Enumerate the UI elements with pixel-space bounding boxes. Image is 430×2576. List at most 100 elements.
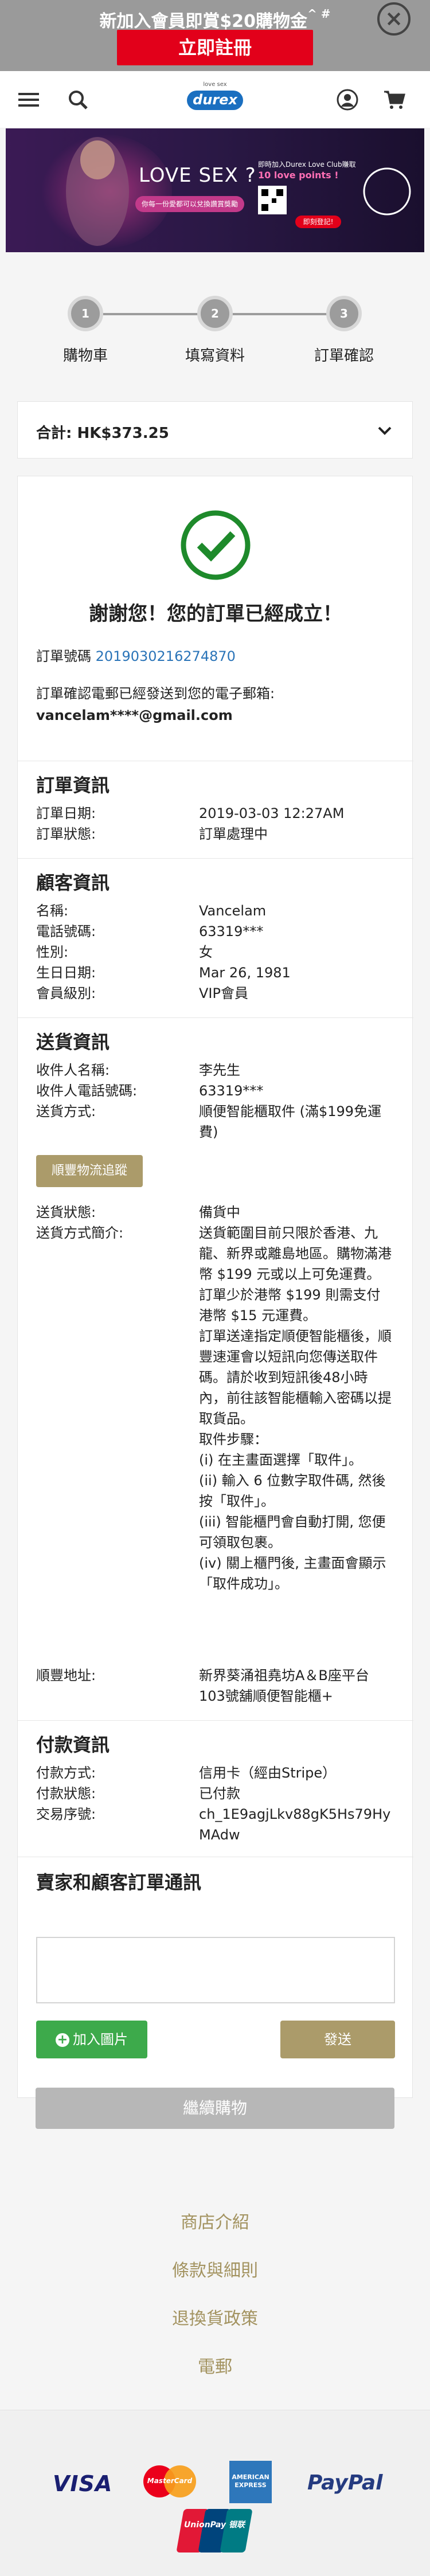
love-club-banner[interactable]: LOVE SEX ? 你每一份愛都可以兌換讚賞獎勵 即時加入Durex Love… bbox=[6, 128, 424, 252]
email-note-text: 訂單確認電郵已經發送到您的電子郵箱: bbox=[36, 686, 275, 702]
delivery-status-label: 送貨狀態: bbox=[36, 1204, 96, 1220]
thank-you-message: 謝謝您！您的訂單已經成立！ bbox=[89, 602, 342, 625]
delivery-desc-para2: 訂單送達指定順便智能櫃後，順豐速運會以短訊向您傳送取件碼。請於收到短訊後48小時… bbox=[199, 1328, 392, 1427]
delivery-desc-value: 送貨範圍目前只限於香港、九龍、新界或離島地區。購物滿港幣 $199 元或以上可免… bbox=[199, 1223, 394, 1594]
customer-phone-label: 電話號碼: bbox=[36, 923, 96, 939]
sf-address-value: 新界葵涌祖堯坊A＆B座平台103號舖順便智能櫃+ bbox=[199, 1667, 369, 1704]
transaction-id-value: ch_1E9agjLkv88gK5Hs79HyMAdw bbox=[199, 1806, 391, 1843]
customer-birthday-value: Mar 26, 1981 bbox=[199, 965, 291, 981]
banner-subtext: 你每一份愛都可以兌換讚賞獎勵 bbox=[135, 196, 244, 212]
customer-name-label: 名稱: bbox=[36, 903, 69, 919]
cart-icon[interactable] bbox=[380, 85, 409, 115]
banner-line2: 10 love points ! bbox=[258, 170, 339, 181]
step-1-label: 購物車 bbox=[62, 347, 108, 365]
account-icon[interactable] bbox=[333, 85, 362, 115]
step-2-label: 填寫資料 bbox=[185, 347, 245, 365]
customer-birthday-label: 生日日期: bbox=[36, 965, 96, 981]
paypal-logo: PayPal bbox=[307, 2471, 383, 2495]
member-level-value: VIP會員 bbox=[199, 985, 248, 1001]
email-note: 訂單確認電郵已經發送到您的電子郵箱: vancelam****@gmail.co… bbox=[36, 683, 397, 726]
order-status-label: 訂單狀態: bbox=[36, 826, 96, 842]
delivery-status-value: 備貨中 bbox=[199, 1204, 240, 1220]
pickup-step-3: (iii) 智能櫃門會自動打開, 您便可領取包裹。 bbox=[199, 1514, 386, 1551]
customer-phone-value: 63319*** bbox=[199, 923, 264, 939]
promo-text: 新加入會員即賞$20購物金^ # bbox=[0, 7, 430, 32]
order-status-value: 訂單處理中 bbox=[199, 826, 268, 842]
order-date-label: 訂單日期: bbox=[36, 805, 96, 821]
sf-address-label: 順豐地址: bbox=[36, 1667, 96, 1684]
divider bbox=[18, 1017, 413, 1018]
recipient-phone-value: 63319*** bbox=[199, 1083, 264, 1099]
amex-logo: AMERICAN EXPRESS bbox=[229, 2461, 272, 2503]
promo-suffix: ^ # bbox=[307, 7, 331, 21]
menu-icon[interactable] bbox=[14, 85, 44, 115]
delivery-desc-para1: 送貨範圍目前只限於香港、九龍、新界或離島地區。購物滿港幣 $199 元或以上可免… bbox=[199, 1225, 392, 1324]
order-confirmation-card: 謝謝您！您的訂單已經成立！ 訂單號碼 2019030216274870 訂單確認… bbox=[17, 476, 413, 2098]
promo-bar: 新加入會員即賞$20購物金^ # 立即註冊 × bbox=[0, 0, 430, 71]
payment-status-label: 付款狀態: bbox=[36, 1786, 96, 1802]
divider bbox=[18, 1720, 413, 1721]
step-3-circle: 3 bbox=[326, 296, 362, 331]
banner-headline: LOVE SEX ? bbox=[139, 164, 256, 187]
unionpay-logo: UnionPay 银联 bbox=[176, 2509, 253, 2552]
payment-method-label: 付款方式: bbox=[36, 1765, 96, 1781]
footer-link-email[interactable]: 電郵 bbox=[0, 2352, 430, 2378]
step-3-label: 訂單確認 bbox=[314, 347, 374, 365]
transaction-id-label: 交易序號: bbox=[36, 1806, 96, 1822]
search-icon[interactable] bbox=[63, 85, 93, 115]
logo-tagline: love sex bbox=[203, 81, 227, 88]
pickup-step-2: (ii) 輸入 6 位數字取件碼, 然後按「取件」。 bbox=[199, 1473, 386, 1509]
order-messages-title: 賣家和顧客訂單通訊 bbox=[36, 1872, 202, 1893]
chevron-down-icon[interactable] bbox=[373, 419, 396, 442]
pickup-step-1: (i) 在主畫面選擇「取件」。 bbox=[199, 1452, 363, 1468]
checkmark-icon bbox=[180, 510, 251, 581]
add-image-button[interactable]: + 加入圖片 bbox=[36, 2021, 147, 2058]
send-button[interactable]: 發送 bbox=[280, 2021, 395, 2058]
banner-line1: 即時加入Durex Love Club賺取 bbox=[258, 160, 356, 169]
customer-info-title: 顧客資訊 bbox=[36, 872, 110, 894]
delivery-method-value: 順便智能櫃取件 (滿$199免運費) bbox=[199, 1103, 382, 1140]
order-date-value: 2019-03-03 12:27AM bbox=[199, 805, 345, 821]
step-1-circle: 1 bbox=[68, 296, 103, 331]
order-total-toggle[interactable]: 合計: HK$373.25 bbox=[17, 401, 413, 459]
recipient-phone-label: 收件人電話號碼: bbox=[36, 1083, 138, 1099]
footer-link-terms[interactable]: 條款與細則 bbox=[0, 2256, 430, 2281]
close-icon[interactable]: × bbox=[377, 2, 411, 36]
payment-method-value: 信用卡（經由Stripe） bbox=[199, 1765, 337, 1781]
customer-email: vancelam****@gmail.com bbox=[36, 707, 233, 723]
sf-tracking-button[interactable]: 順豐物流追蹤 bbox=[36, 1155, 143, 1187]
order-number-row: 訂單號碼 2019030216274870 bbox=[36, 645, 236, 665]
order-number-label: 訂單號碼 bbox=[36, 648, 91, 664]
member-level-label: 會員級別: bbox=[36, 985, 96, 1001]
add-image-label: 加入圖片 bbox=[73, 2031, 128, 2048]
recipient-name-label: 收件人名稱: bbox=[36, 1062, 110, 1078]
mastercard-label: MasterCard bbox=[147, 2477, 193, 2485]
checkout-progress: 1 2 3 購物車 填寫資料 訂單確認 bbox=[0, 289, 430, 369]
pickup-steps-title: 取件步驟： bbox=[199, 1431, 268, 1447]
customer-gender-label: 性別: bbox=[36, 944, 69, 960]
delivery-desc-label: 送貨方式簡介: bbox=[36, 1225, 124, 1241]
logo-wordmark: durex bbox=[193, 92, 237, 108]
unionpay-label: UnionPay 银联 bbox=[183, 2520, 245, 2530]
amex-label: AMERICAN EXPRESS bbox=[232, 2473, 269, 2489]
pickup-step-4: (iv) 關上櫃門後, 主畫面會顯示「取件成功」。 bbox=[199, 1555, 386, 1592]
payment-status-value: 已付款 bbox=[199, 1786, 240, 1802]
footer-link-returns[interactable]: 退換貨政策 bbox=[0, 2304, 430, 2330]
step-2-circle: 2 bbox=[197, 296, 233, 331]
banner-cta-button[interactable]: 即刻登記! bbox=[295, 216, 341, 228]
divider bbox=[18, 858, 413, 859]
footer-link-about[interactable]: 商店介紹 bbox=[0, 2208, 430, 2233]
visa-logo: VISA bbox=[53, 2471, 113, 2496]
mastercard-logo: MasterCard bbox=[143, 2465, 196, 2497]
payment-info-title: 付款資訊 bbox=[36, 1734, 110, 1756]
customer-name-value: Vancelam bbox=[199, 903, 267, 919]
order-number-link[interactable]: 2019030216274870 bbox=[96, 648, 236, 664]
plus-circle-icon: + bbox=[56, 2033, 69, 2047]
recipient-name-value: 李先生 bbox=[199, 1062, 240, 1078]
durex-logo[interactable]: love sex durex bbox=[183, 81, 247, 118]
delivery-method-label: 送貨方式: bbox=[36, 1103, 96, 1119]
continue-shopping-button[interactable]: 繼續購物 bbox=[36, 2088, 394, 2129]
message-textarea[interactable] bbox=[36, 1937, 395, 2003]
register-button[interactable]: 立即註冊 bbox=[117, 30, 313, 65]
site-header: love sex durex bbox=[0, 71, 430, 128]
